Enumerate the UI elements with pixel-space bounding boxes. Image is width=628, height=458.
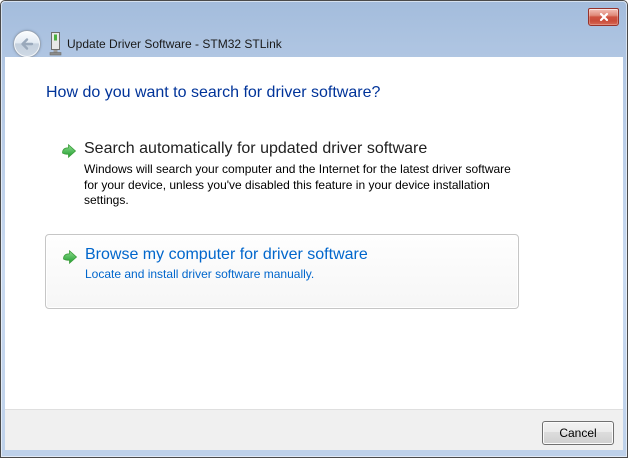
driver-device-icon — [49, 32, 62, 56]
option-title: Browse my computer for driver software — [85, 246, 368, 263]
close-icon — [599, 12, 608, 22]
option-browse-link[interactable]: Browse my computer for driver software L… — [62, 245, 502, 283]
option-texts: Search automatically for updated driver … — [84, 139, 511, 209]
green-arrow-icon — [62, 143, 77, 159]
green-arrow-icon — [63, 249, 78, 265]
content-panel: How do you want to search for driver sof… — [5, 57, 623, 409]
back-button[interactable] — [13, 30, 41, 58]
option-browse-computer[interactable]: Browse my computer for driver software L… — [45, 234, 519, 309]
update-driver-wizard-window: Update Driver Software - STM32 STLink Ho… — [0, 0, 628, 458]
back-arrow-icon — [21, 38, 34, 50]
page-title: How do you want to search for driver sof… — [46, 84, 381, 101]
footer-bar: Cancel — [5, 409, 623, 450]
option-title: Search automatically for updated driver … — [84, 140, 428, 157]
option-description: Windows will search your computer and th… — [84, 162, 511, 207]
window-title: Update Driver Software - STM32 STLink — [67, 37, 282, 51]
option-texts: Browse my computer for driver software L… — [85, 245, 368, 283]
option-description: Locate and install driver software manua… — [85, 267, 315, 281]
option-search-automatically[interactable]: Search automatically for updated driver … — [61, 139, 591, 209]
close-button[interactable] — [588, 8, 619, 26]
cancel-button[interactable]: Cancel — [542, 421, 614, 445]
